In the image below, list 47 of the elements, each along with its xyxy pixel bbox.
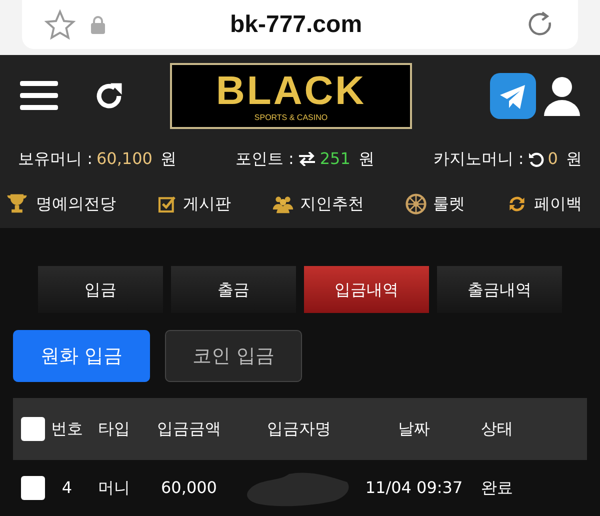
currency-unit: 원 <box>358 148 374 170</box>
tab[interactable]: 출금 <box>171 266 296 313</box>
tab[interactable]: 출금내역 <box>437 266 562 313</box>
tab[interactable]: 입금 <box>38 266 163 313</box>
column-header: 입금금액 <box>156 418 222 440</box>
table-cell-text: 4 <box>62 477 72 499</box>
paper-plane-icon[interactable] <box>490 73 536 119</box>
logo-text: BLACK <box>216 69 366 113</box>
tab[interactable]: 입금내역 <box>304 266 429 313</box>
checkbox[interactable] <box>21 476 45 500</box>
wheel-icon <box>405 193 427 215</box>
menu-link[interactable]: 룰렛 <box>433 192 465 216</box>
lock-icon <box>90 16 106 34</box>
balance-value: 60,100 <box>96 148 152 170</box>
column-header: 번호 <box>50 418 84 440</box>
logo-tagline: SPORTS & CASINO <box>254 113 328 123</box>
balance-label: 카지노머니 : <box>433 148 524 170</box>
checkbox[interactable] <box>21 417 45 441</box>
table-cell-text: 11/04 09:37 <box>365 477 463 499</box>
menu-link[interactable]: 게시판 <box>183 192 231 216</box>
logo[interactable]: BLACK SPORTS & CASINO <box>170 63 412 129</box>
column-header: 타입 <box>97 418 131 440</box>
table-cell-text: 60,000 <box>161 477 217 499</box>
currency-unit: 원 <box>566 148 582 170</box>
swap-icon <box>298 152 316 166</box>
balance-value: 251 <box>320 148 350 170</box>
menu-icon[interactable] <box>20 80 58 112</box>
menu-link[interactable]: 명예의전당 <box>36 192 116 216</box>
menu-link[interactable]: 페이백 <box>534 192 582 216</box>
table-cell-text: 머니 <box>98 477 130 499</box>
deposit-type-button[interactable]: 원화 입금 <box>13 330 150 382</box>
table-cell-text: 완료 <box>481 477 513 499</box>
balance-value: 0 <box>548 148 558 170</box>
undo-icon <box>528 150 544 166</box>
deposit-type-button[interactable]: 코인 입금 <box>165 330 302 382</box>
star-icon[interactable] <box>44 8 76 40</box>
user-icon[interactable] <box>544 76 580 116</box>
balance-label: 보유머니 : <box>18 148 92 170</box>
balance-label: 포인트 : <box>235 148 294 170</box>
people-icon <box>272 194 294 214</box>
url-text[interactable]: bk-777.com <box>230 6 362 42</box>
menu-link[interactable]: 지인추천 <box>300 192 364 216</box>
column-header: 입금자명 <box>266 418 332 440</box>
column-header: 상태 <box>480 418 514 440</box>
checkbox-icon <box>157 194 177 214</box>
column-header: 날짜 <box>397 418 431 440</box>
currency-unit: 원 <box>160 148 176 170</box>
